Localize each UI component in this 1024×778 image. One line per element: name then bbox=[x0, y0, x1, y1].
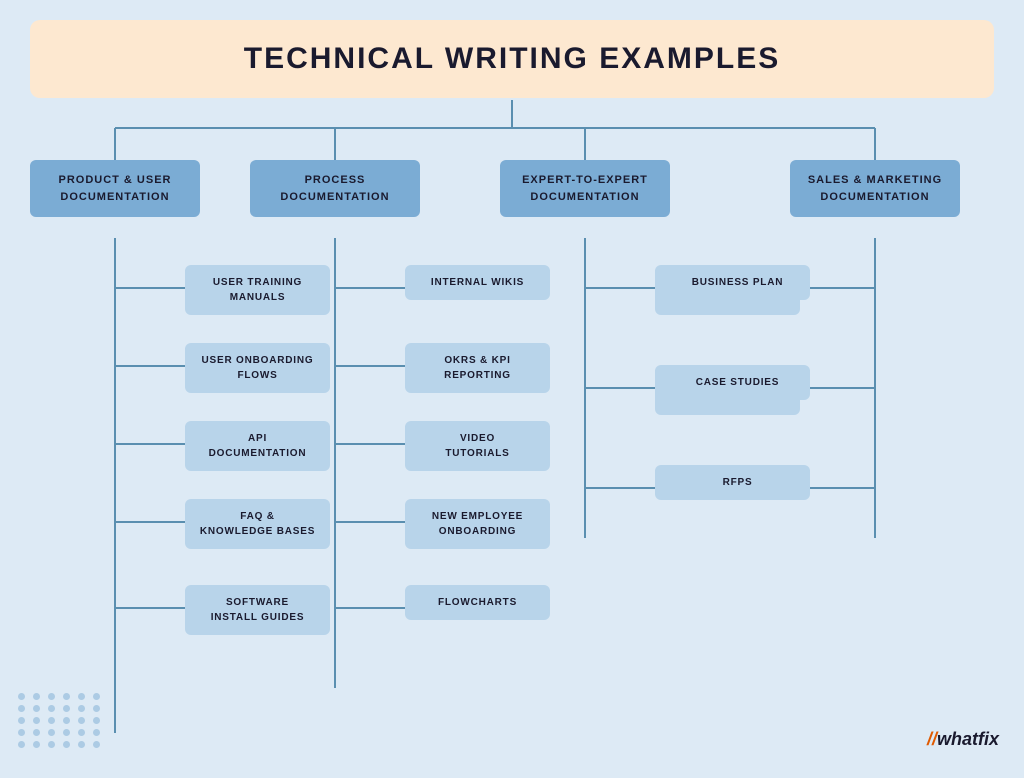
child-faq: FAQ &KNOWLEDGE BASES bbox=[185, 499, 330, 549]
child-software-install: SOFTWAREINSTALL GUIDES bbox=[185, 585, 330, 635]
whatfix-logo: //whatfix bbox=[927, 729, 999, 750]
child-user-onboarding: USER ONBOARDINGFLOWS bbox=[185, 343, 330, 393]
diagram-layout: PRODUCT & USERDOCUMENTATION PROCESSDOCUM… bbox=[30, 98, 994, 778]
child-flowcharts: FLOWCHARTS bbox=[405, 585, 550, 620]
child-user-training: USER TRAININGMANUALS bbox=[185, 265, 330, 315]
category-sales: SALES & MARKETINGDOCUMENTATION bbox=[790, 160, 960, 217]
main-container: TECHNICAL WRITING EXAMPLES bbox=[0, 0, 1024, 768]
cat-box-process: PROCESSDOCUMENTATION bbox=[250, 160, 420, 217]
child-business-plan: BUSINESS PLAN bbox=[665, 265, 810, 300]
logo-text: whatfix bbox=[937, 729, 999, 749]
dots-decoration bbox=[18, 693, 103, 748]
child-internal-wikis: INTERNAL WIKIS bbox=[405, 265, 550, 300]
child-api-doc: APIDOCUMENTATION bbox=[185, 421, 330, 471]
cat-box-product: PRODUCT & USERDOCUMENTATION bbox=[30, 160, 200, 217]
cat-box-expert: EXPERT-TO-EXPERTDOCUMENTATION bbox=[500, 160, 670, 217]
category-process: PROCESSDOCUMENTATION bbox=[250, 160, 420, 217]
category-expert: EXPERT-TO-EXPERTDOCUMENTATION bbox=[500, 160, 670, 217]
child-rfps: RFPS bbox=[665, 465, 810, 500]
category-product: PRODUCT & USERDOCUMENTATION bbox=[30, 160, 200, 217]
cat-box-sales: SALES & MARKETINGDOCUMENTATION bbox=[790, 160, 960, 217]
title-box: TECHNICAL WRITING EXAMPLES bbox=[30, 20, 994, 98]
child-new-employee: NEW EMPLOYEEONBOARDING bbox=[405, 499, 550, 549]
page-title: TECHNICAL WRITING EXAMPLES bbox=[70, 42, 954, 76]
child-video-tutorials: VIDEOTUTORIALS bbox=[405, 421, 550, 471]
logo-slashes: // bbox=[927, 729, 937, 749]
child-okrs-kpi: OKRS & KPIREPORTING bbox=[405, 343, 550, 393]
child-case-studies: CASE STUDIES bbox=[665, 365, 810, 400]
